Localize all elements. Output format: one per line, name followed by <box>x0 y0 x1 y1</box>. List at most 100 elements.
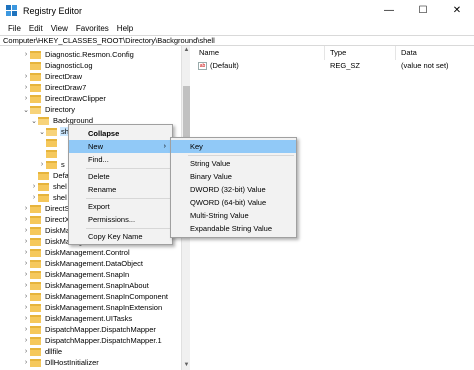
tree-item[interactable]: ⌄ Directory <box>22 104 76 115</box>
tree-item-label: DirectX <box>45 215 70 224</box>
chevron-icon[interactable]: › <box>22 348 30 355</box>
tree-item-label: shel <box>53 193 67 202</box>
value-row[interactable]: ab (Default) <box>198 60 239 71</box>
menu-item-delete[interactable]: Delete <box>69 170 172 183</box>
tree-item[interactable]: › DiskManagement.Control <box>22 247 131 258</box>
submenu-item-string-value[interactable]: String Value <box>171 157 296 170</box>
tree-item[interactable]: › DirectDraw <box>22 71 83 82</box>
folder-icon <box>30 50 41 59</box>
tree-item[interactable]: › DiskMa <box>22 225 71 236</box>
menu-separator <box>86 198 170 199</box>
tree-item[interactable]: › DiskManagement.SnapInComponent <box>22 291 169 302</box>
chevron-icon[interactable]: › <box>22 359 30 366</box>
scroll-up-arrow-icon[interactable]: ▲ <box>182 46 191 55</box>
menu-favorites[interactable]: Favorites <box>72 24 113 33</box>
submenu-item-expandable-string-value[interactable]: Expandable String Value <box>171 222 296 235</box>
tree-item[interactable]: › DiskManagement.SnapIn <box>22 269 130 280</box>
chevron-icon[interactable]: › <box>22 227 30 234</box>
tree-item[interactable]: › DiskManagement.UITasks <box>22 313 133 324</box>
tree-item[interactable]: › DirectS <box>22 203 71 214</box>
tree-item[interactable]: › DispatchMapper.DispatchMapper.1 <box>22 335 163 346</box>
menu-file[interactable]: File <box>4 24 25 33</box>
tree-item[interactable]: › DirectDraw7 <box>22 82 87 93</box>
column-header-data[interactable]: Data <box>401 46 417 60</box>
address-bar[interactable]: Computer\HKEY_CLASSES_ROOT\Directory\Bac… <box>0 35 474 46</box>
chevron-icon[interactable]: › <box>22 238 30 245</box>
chevron-icon[interactable]: › <box>30 183 38 190</box>
folder-icon <box>30 281 41 290</box>
tree-item-label: DiskManagement.UITasks <box>45 314 133 323</box>
chevron-icon[interactable]: › <box>22 315 30 322</box>
folder-icon <box>30 259 41 268</box>
folder-icon <box>30 61 41 70</box>
menu-help[interactable]: Help <box>113 24 137 33</box>
tree-item[interactable]: › DiskManagement.DataObject <box>22 258 144 269</box>
chevron-icon[interactable]: › <box>22 271 30 278</box>
tree-item[interactable]: › Diagnostic.Resmon.Config <box>22 49 135 60</box>
close-button[interactable]: ✕ <box>440 0 474 21</box>
chevron-icon[interactable]: › <box>22 84 30 91</box>
tree-item-label: DirectS <box>45 204 70 213</box>
submenu-arrow-icon: › <box>163 143 166 150</box>
chevron-icon[interactable]: › <box>22 337 30 344</box>
menu-item-export[interactable]: Export <box>69 200 172 213</box>
tree-item[interactable]: › DiskManagement.SnapInExtension <box>22 302 163 313</box>
tree-item[interactable] <box>38 148 62 159</box>
menu-item-find[interactable]: Find... <box>69 153 172 166</box>
chevron-icon[interactable]: › <box>38 161 46 168</box>
chevron-icon[interactable]: › <box>22 205 30 212</box>
chevron-icon[interactable]: › <box>30 194 38 201</box>
chevron-icon[interactable]: › <box>22 73 30 80</box>
chevron-icon[interactable]: › <box>22 282 30 289</box>
chevron-icon[interactable]: › <box>22 95 30 102</box>
menu-item-permissions[interactable]: Permissions... <box>69 213 172 226</box>
menu-item-new[interactable]: New › <box>69 140 172 153</box>
minimize-button[interactable]: — <box>372 0 406 21</box>
tree-item[interactable]: › DiskManagement.SnapInAbout <box>22 280 150 291</box>
chevron-icon[interactable]: ⌄ <box>30 117 38 125</box>
submenu-item-dword-value[interactable]: DWORD (32-bit) Value <box>171 183 296 196</box>
scroll-down-arrow-icon[interactable]: ▼ <box>182 361 191 370</box>
tree-item[interactable]: › s <box>38 159 66 170</box>
submenu-item-multi-string-value[interactable]: Multi-String Value <box>171 209 296 222</box>
tree-item[interactable]: Defa <box>30 170 70 181</box>
chevron-icon[interactable]: ⌄ <box>22 106 30 114</box>
submenu-item-qword-value[interactable]: QWORD (64-bit) Value <box>171 196 296 209</box>
tree-item-label: DllHostInitializer <box>45 358 99 367</box>
column-header-type[interactable]: Type <box>330 46 346 60</box>
tree-item[interactable]: › DllHostInitializer <box>22 357 100 368</box>
tree-item-label: DispatchMapper.DispatchMapper.1 <box>45 336 162 345</box>
chevron-icon[interactable]: › <box>22 249 30 256</box>
menu-item-rename[interactable]: Rename <box>69 183 172 196</box>
menu-view[interactable]: View <box>47 24 72 33</box>
menu-item-copy-key-name[interactable]: Copy Key Name <box>69 230 172 243</box>
chevron-icon[interactable]: › <box>22 216 30 223</box>
chevron-icon[interactable]: ⌄ <box>38 128 46 136</box>
chevron-icon[interactable]: › <box>22 293 30 300</box>
menu-edit[interactable]: Edit <box>25 24 47 33</box>
menu-item-collapse[interactable]: Collapse <box>69 127 172 140</box>
tree-item[interactable]: › DirectX <box>22 214 71 225</box>
chevron-icon[interactable]: › <box>22 260 30 267</box>
folder-icon <box>30 248 41 257</box>
chevron-icon[interactable]: › <box>22 304 30 311</box>
submenu-item-key[interactable]: Key <box>171 140 296 153</box>
tree-item[interactable]: › dllfile <box>22 346 63 357</box>
folder-icon <box>38 182 49 191</box>
chevron-icon[interactable]: › <box>22 51 30 58</box>
tree-item[interactable]: › shel <box>30 181 68 192</box>
tree-item[interactable]: ⌄ sh <box>38 126 70 137</box>
tree-item[interactable]: DiagnosticLog <box>22 60 94 71</box>
tree-item-label: DirectDraw <box>45 72 83 81</box>
tree-item[interactable]: › DirectDrawClipper <box>22 93 107 104</box>
folder-icon <box>30 303 41 312</box>
column-header-name[interactable]: Name <box>199 46 219 60</box>
tree-item[interactable]: › shel <box>30 192 68 203</box>
tree-item[interactable]: › DispatchMapper.DispatchMapper <box>22 324 157 335</box>
submenu-item-binary-value[interactable]: Binary Value <box>171 170 296 183</box>
maximize-button[interactable]: ☐ <box>406 0 440 21</box>
folder-icon <box>38 171 49 180</box>
tree-item[interactable] <box>38 137 62 148</box>
chevron-icon[interactable]: › <box>22 326 30 333</box>
folder-icon <box>30 314 41 323</box>
